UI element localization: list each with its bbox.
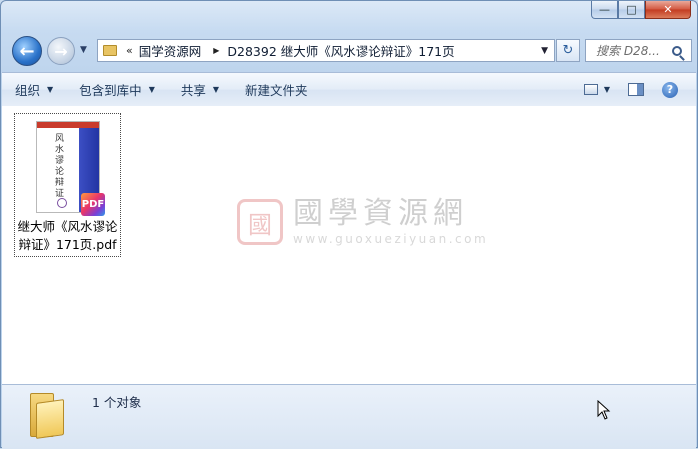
breadcrumb-item-site[interactable]: 国学资源网 <box>139 41 202 60</box>
pdf-file-icon: PDF <box>81 193 105 216</box>
watermark: 國 國學資源網 www.guoxueziyuan.com <box>237 198 488 246</box>
watermark-url: www.guoxueziyuan.com <box>293 232 489 246</box>
folder-front-shape <box>36 399 64 439</box>
forward-button[interactable]: → <box>47 37 75 65</box>
organize-button[interactable]: 组织 ▼ <box>2 80 66 99</box>
watermark-logo-icon: 國 <box>237 199 283 245</box>
folder-icon <box>103 45 117 56</box>
refresh-icon: ↻ <box>562 43 574 58</box>
help-icon[interactable]: ? <box>662 81 678 98</box>
breadcrumb-item-folder[interactable]: D28392 继大师《风水谬论辩证》171页 <box>227 41 454 60</box>
chevron-down-icon: ▼ <box>212 85 220 94</box>
address-dropdown-button[interactable]: ▼ <box>541 46 548 56</box>
search-input[interactable] <box>596 43 670 58</box>
new-folder-label: 新建文件夹 <box>245 83 308 98</box>
file-item-pdf[interactable]: 风水谬论辩证 PDF 继大师《风水谬论辩证》171页.pdf <box>14 113 121 257</box>
recent-pages-dropdown[interactable]: ▼ <box>80 45 87 55</box>
caption-buttons: — □ ✕ <box>591 1 691 19</box>
forward-arrow-icon: → <box>54 41 68 61</box>
mouse-cursor-icon <box>597 400 611 420</box>
thumbnail-title: 风水谬论辩证 <box>55 134 65 199</box>
chevron-down-icon: ▼ <box>148 85 155 94</box>
file-name[interactable]: 继大师《风水谬论辩证》171页.pdf <box>15 218 120 254</box>
command-bar: 组织 ▼ 包含到库中 ▼ 共享 ▼ 新建文件夹 ▼ ? <box>2 72 696 107</box>
new-folder-button[interactable]: 新建文件夹 <box>232 80 321 99</box>
breadcrumb-chevron-icon[interactable]: ▶ <box>213 46 219 55</box>
back-button[interactable]: ← <box>12 36 42 66</box>
refresh-button[interactable]: ↻ <box>556 39 580 62</box>
close-button[interactable]: ✕ <box>645 1 691 19</box>
back-arrow-icon: ← <box>19 40 35 62</box>
breadcrumb-overflow-button[interactable]: « <box>126 44 133 57</box>
file-list-pane[interactable]: 风水谬论辩证 PDF 继大师《风水谬论辩证》171页.pdf 國 國學資源網 w… <box>2 106 696 384</box>
watermark-text: 國學資源網 www.guoxueziyuan.com <box>293 196 489 247</box>
search-box[interactable] <box>585 39 692 62</box>
explorer-window: — □ ✕ ← → ▼ « 国学资源网 ▶ D28392 继大师《风水谬论辩证》… <box>0 0 698 449</box>
change-view-icon[interactable] <box>583 84 598 95</box>
seal-icon <box>57 198 67 208</box>
toolbar-right-group: ▼ ? <box>583 81 696 98</box>
search-icon[interactable] <box>672 45 682 56</box>
chevron-down-icon: ▼ <box>47 85 54 94</box>
share-button[interactable]: 共享 ▼ <box>168 80 232 99</box>
include-in-library-label: 包含到库中 <box>79 83 142 98</box>
include-in-library-button[interactable]: 包含到库中 ▼ <box>66 80 168 99</box>
item-count: 1 个对象 <box>92 395 142 410</box>
view-options-dropdown[interactable]: ▼ <box>604 85 610 94</box>
minimize-button[interactable]: — <box>591 1 618 19</box>
organize-label: 组织 <box>15 83 41 98</box>
watermark-site-name: 國學資源網 <box>293 196 468 231</box>
share-label: 共享 <box>180 83 206 98</box>
details-pane: 1 个对象 <box>2 384 696 449</box>
address-bar[interactable]: « 国学资源网 ▶ D28392 继大师《风水谬论辩证》171页 ▼ <box>97 39 555 62</box>
folder-icon <box>30 389 66 439</box>
maximize-button[interactable]: □ <box>618 1 645 19</box>
preview-pane-icon[interactable] <box>628 83 644 96</box>
